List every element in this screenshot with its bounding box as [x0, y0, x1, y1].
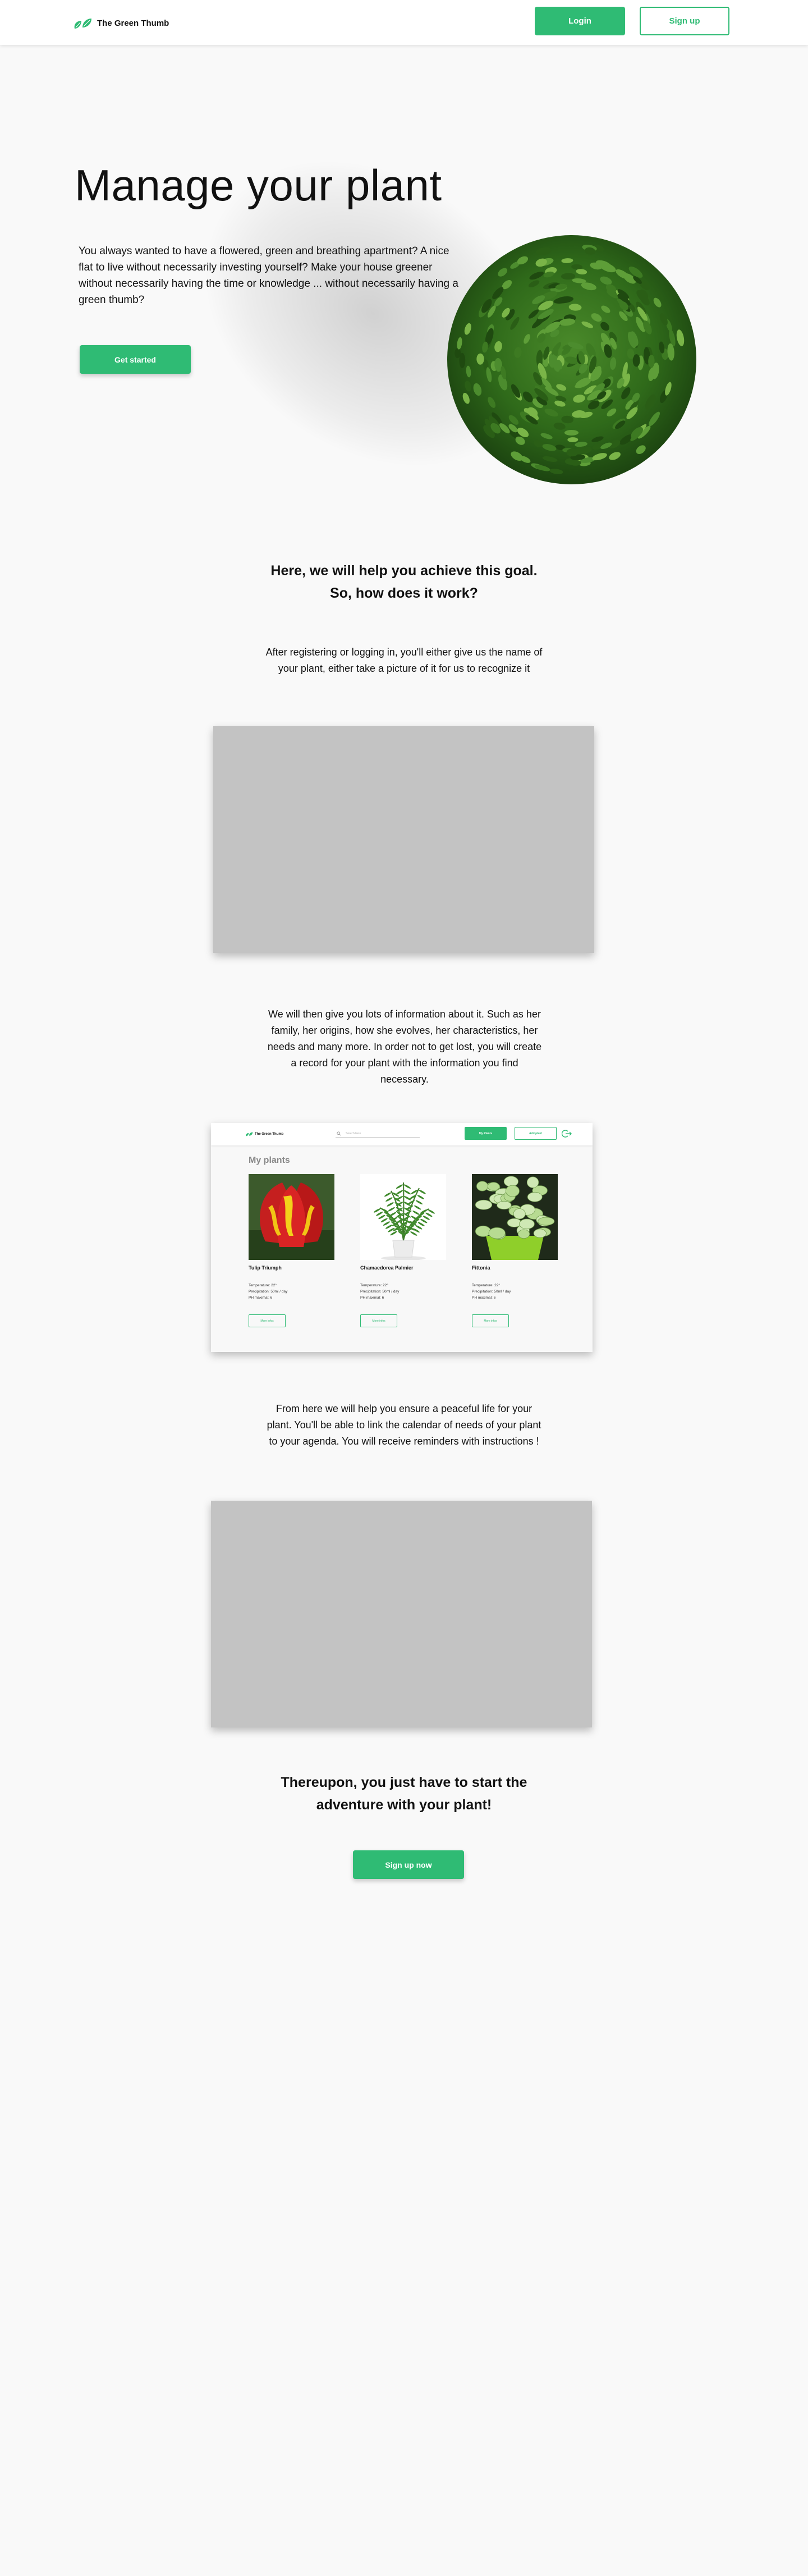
more-infos-button: More infos — [472, 1314, 509, 1327]
plant-precipitation: Precipitation: 50ml / day — [472, 1290, 511, 1294]
more-infos-button: More infos — [249, 1314, 286, 1327]
search-icon — [337, 1131, 341, 1136]
hero-title: Manage your plant — [75, 161, 442, 210]
mock-page-title: My plants — [249, 1156, 290, 1165]
plant-temperature: Temperature: 22° — [360, 1284, 388, 1287]
mock-header: The Green Thumb Search here My Plants Ad… — [211, 1123, 593, 1145]
mock-brand-name: The Green Thumb — [255, 1132, 284, 1136]
signup-now-button[interactable]: Sign up now — [353, 1850, 464, 1879]
plant-photo — [249, 1174, 334, 1260]
plant-name: Fittonia — [472, 1265, 490, 1271]
plant-name: Chamaedorea Palmier — [360, 1265, 414, 1271]
plant-ph: PH maximal: 6 — [249, 1296, 273, 1300]
signup-button[interactable]: Sign up — [640, 7, 729, 35]
plant-photo — [472, 1174, 558, 1260]
plant-card: Chamaedorea Palmier Temperature: 22° Pre… — [360, 1174, 447, 1337]
plant-temperature: Temperature: 22° — [249, 1284, 277, 1287]
how-title-line2: So, how does it work? — [330, 585, 478, 601]
image-placeholder-2 — [211, 1501, 592, 1727]
plant-precipitation: Precipitation: 50ml / day — [249, 1290, 288, 1294]
plant-info: Temperature: 22° Precipitation: 50ml / d… — [249, 1282, 287, 1301]
more-infos-button: More infos — [360, 1314, 397, 1327]
plant-card: Fittonia Temperature: 22° Precipitation:… — [472, 1174, 559, 1337]
closing-title-line2: adventure with your plant! — [316, 1797, 492, 1813]
step3-text: From here we will help you ensure a peac… — [267, 1403, 541, 1447]
leaf-logo-icon — [74, 19, 91, 29]
get-started-button[interactable]: Get started — [80, 345, 191, 374]
login-button[interactable]: Login — [535, 7, 625, 35]
plant-card: Tulip Triumph Temperature: 22° Precipita… — [249, 1174, 336, 1337]
mock-search-placeholder: Search here — [346, 1132, 361, 1135]
plant-info: Temperature: 22° Precipitation: 50ml / d… — [472, 1282, 511, 1301]
brand-logo[interactable]: The Green Thumb — [71, 15, 169, 31]
site-header: The Green Thumb Login Sign up — [0, 0, 808, 45]
brand-name: The Green Thumb — [97, 18, 169, 28]
step2-text: We will then give you lots of informatio… — [267, 1009, 542, 1085]
plant-temperature: Temperature: 22° — [472, 1284, 500, 1287]
app-screenshot: The Green Thumb Search here My Plants Ad… — [211, 1123, 593, 1352]
image-placeholder-1 — [213, 726, 594, 953]
leaf-logo-icon — [246, 1132, 253, 1136]
mock-add-plant-button: Add plant — [515, 1127, 557, 1140]
mock-brand-logo: The Green Thumb — [245, 1131, 283, 1137]
plant-ph: PH maximal: 6 — [360, 1296, 384, 1300]
closing-title: Thereupon, you just have to start the ad… — [241, 1771, 567, 1816]
plant-image — [447, 235, 696, 484]
plant-ph: PH maximal: 6 — [472, 1296, 496, 1300]
step1-text: After registering or logging in, you'll … — [265, 647, 543, 674]
mock-search-input: Search here — [336, 1130, 420, 1138]
plant-info: Temperature: 22° Precipitation: 50ml / d… — [360, 1282, 399, 1301]
hero-text: You always wanted to have a flowered, gr… — [79, 245, 458, 306]
logout-icon — [562, 1130, 572, 1138]
closing-title-line1: Thereupon, you just have to start the — [281, 1775, 527, 1790]
plant-name: Tulip Triumph — [249, 1265, 282, 1271]
plant-photo — [360, 1174, 446, 1260]
mock-my-plants-button: My Plants — [465, 1127, 507, 1140]
plant-precipitation: Precipitation: 50ml / day — [360, 1290, 400, 1294]
